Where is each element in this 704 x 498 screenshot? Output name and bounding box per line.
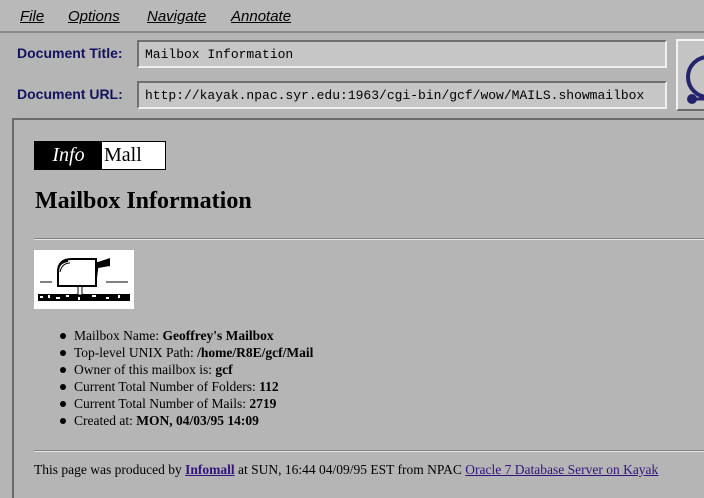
divider-top bbox=[34, 238, 704, 240]
infomall-link[interactable]: Infomall bbox=[185, 462, 235, 477]
menu-file[interactable]: File bbox=[20, 8, 44, 25]
document-title-label: Document Title: bbox=[17, 45, 123, 61]
menu-navigate[interactable]: Navigate bbox=[147, 8, 206, 25]
oracle-server-link[interactable]: Oracle 7 Database Server on Kayak bbox=[465, 462, 658, 477]
detail-mailbox-name: Mailbox Name: Geoffrey's Mailbox bbox=[58, 328, 313, 345]
bullet-icon bbox=[60, 384, 66, 390]
detail-folder-count: Current Total Number of Folders: 112 bbox=[58, 379, 313, 396]
document-title-field[interactable]: Mailbox Information bbox=[137, 40, 667, 68]
divider-bottom bbox=[34, 450, 704, 452]
page-footer: This page was produced by Infomall at SU… bbox=[34, 462, 658, 478]
detail-mail-count: Current Total Number of Mails: 2719 bbox=[58, 396, 313, 413]
document-url-label: Document URL: bbox=[17, 86, 123, 102]
detail-unix-path: Top-level UNIX Path: /home/R8E/gcf/Mail bbox=[58, 345, 313, 362]
detail-created-at: Created at: MON, 04/03/95 14:09 bbox=[58, 413, 313, 430]
mailbox-icon bbox=[38, 258, 130, 301]
mailbox-image bbox=[34, 250, 134, 309]
page-heading: Mailbox Information bbox=[35, 188, 252, 214]
mailbox-details-list: Mailbox Name: Geoffrey's Mailbox Top-lev… bbox=[58, 328, 313, 430]
logo-mall-text: Mall bbox=[104, 144, 142, 166]
infomall-logo: Info Mall bbox=[34, 141, 166, 170]
logo-info-text: Info bbox=[35, 142, 102, 169]
document-url-field[interactable]: http://kayak.npac.syr.edu:1963/cgi-bin/g… bbox=[137, 81, 667, 109]
footer-prefix: This page was produced by bbox=[34, 462, 186, 477]
globe-icon bbox=[686, 55, 704, 104]
bullet-icon bbox=[60, 401, 66, 407]
menu-annotate[interactable]: Annotate bbox=[231, 8, 291, 25]
bullet-icon bbox=[60, 418, 66, 424]
bullet-icon bbox=[60, 333, 66, 339]
browser-logo-button[interactable] bbox=[676, 39, 704, 111]
bullet-icon bbox=[60, 367, 66, 373]
menu-bar: File Options Navigate Annotate bbox=[0, 0, 704, 33]
footer-middle: at SUN, 16:44 04/09/95 EST from NPAC bbox=[234, 462, 466, 477]
menu-options[interactable]: Options bbox=[68, 8, 120, 25]
bullet-icon bbox=[60, 350, 66, 356]
detail-owner: Owner of this mailbox is: gcf bbox=[58, 362, 313, 379]
